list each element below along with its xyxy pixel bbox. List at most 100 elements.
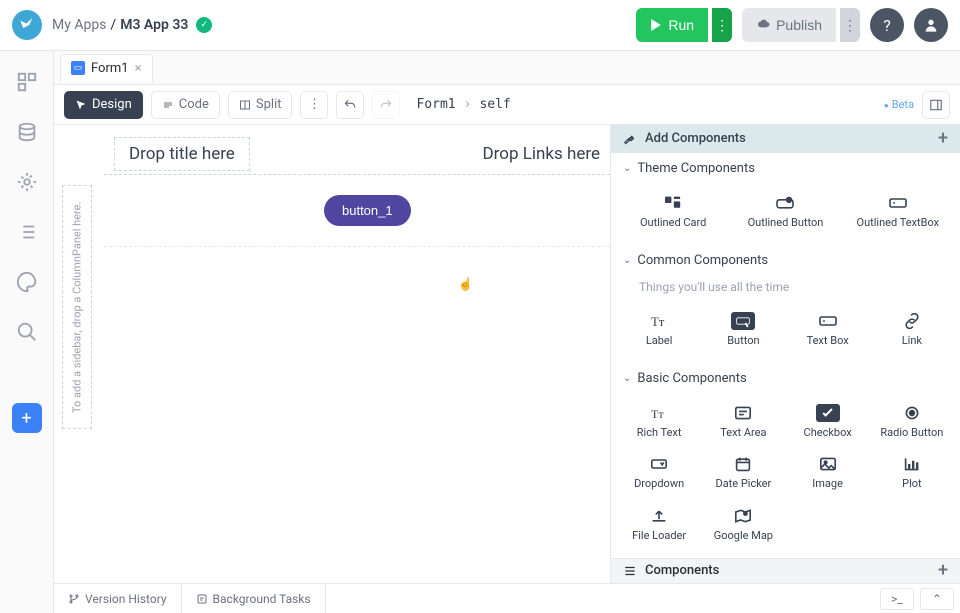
comp-label[interactable]: Tт Label (619, 306, 699, 353)
upload-icon (648, 507, 670, 525)
comp-dropdown[interactable]: Dropdown (619, 449, 699, 496)
links-dropzone[interactable]: Drop Links here (483, 144, 601, 164)
split-label: Split (256, 97, 282, 112)
comp-datepicker[interactable]: Date Picker (703, 449, 783, 496)
comp-fileloader[interactable]: File Loader (619, 501, 699, 548)
textbox-outline-icon (887, 194, 909, 212)
map-icon (732, 507, 754, 525)
comp-label-text: Button (727, 334, 759, 347)
panel-icon (929, 98, 943, 112)
sidebar-dropzone[interactable]: To add a sidebar, drop a ColumnPanel her… (62, 185, 92, 429)
account-button[interactable] (914, 8, 948, 42)
toggle-panel-button[interactable] (922, 91, 950, 119)
path-self[interactable]: self (479, 97, 510, 112)
breadcrumb-root[interactable]: My Apps (52, 17, 106, 33)
tab-label: Form1 (91, 61, 129, 76)
title-dropzone[interactable]: Drop title here (114, 137, 250, 171)
console-button[interactable]: >_ (880, 588, 914, 610)
header-bar: My Apps / M3 App 33 ✓ Run ⋮ Publish ⋮ ? (0, 0, 960, 51)
wrench-icon (623, 132, 637, 146)
rail-settings-icon[interactable] (16, 171, 38, 193)
tab-close-button[interactable]: × (135, 61, 142, 76)
svg-text:Tᴛ: Tᴛ (651, 407, 664, 421)
components-footer-plus-button[interactable]: + (938, 560, 948, 581)
cloud-icon (756, 18, 770, 32)
split-icon (239, 99, 251, 111)
app-name[interactable]: M3 App 33 (120, 17, 188, 33)
button-1[interactable]: button_1 (324, 195, 411, 226)
version-history-label: Version History (85, 592, 167, 606)
comp-outlined-button[interactable]: Outlined Button (731, 188, 839, 235)
rail-data-icon[interactable] (16, 121, 38, 143)
textbox-icon (817, 312, 839, 330)
comp-textarea[interactable]: Text Area (703, 398, 783, 445)
chevron-down-icon: ⌄ (623, 255, 631, 266)
add-components-label: Add Components (645, 131, 746, 146)
comp-radio[interactable]: Radio Button (872, 398, 952, 445)
image-icon (817, 455, 839, 473)
comp-richtext[interactable]: Tᴛ Rich Text (619, 398, 699, 445)
background-tasks-label: Background Tasks (213, 592, 311, 606)
publish-label: Publish (776, 17, 822, 33)
chevron-down-icon: ⌄ (623, 163, 631, 174)
rail-app-icon[interactable] (16, 71, 38, 93)
breadcrumb: My Apps / M3 App 33 ✓ (52, 17, 626, 33)
comp-label-text: Date Picker (715, 477, 771, 490)
list-icon (623, 564, 637, 578)
rail-theme-icon[interactable] (16, 271, 38, 293)
undo-icon (343, 98, 357, 112)
split-mode-button[interactable]: Split (228, 91, 293, 119)
rail-search-icon[interactable] (16, 321, 38, 343)
radio-icon (901, 404, 923, 422)
design-mode-button[interactable]: Design (64, 91, 143, 119)
collapse-button[interactable]: ⌃ (920, 588, 954, 610)
button-icon (731, 312, 755, 330)
comp-label-text: Link (902, 334, 922, 347)
help-button[interactable]: ? (870, 8, 904, 42)
redo-icon (379, 98, 393, 112)
run-menu-button[interactable]: ⋮ (712, 8, 732, 42)
checkbox-icon (816, 404, 840, 422)
publish-menu-button[interactable]: ⋮ (840, 8, 860, 42)
editor-toolbar: Design Code Split ⋮ Form1 (54, 85, 960, 125)
comp-label: Outlined Button (748, 216, 824, 229)
common-section-hint: Things you'll use all the time (611, 276, 960, 302)
more-button[interactable]: ⋮ (300, 91, 328, 119)
content-dropzone[interactable]: button_1 (104, 175, 610, 247)
add-components-header: Add Components + (611, 125, 960, 153)
comp-outlined-textbox[interactable]: Outlined TextBox (844, 188, 952, 235)
anvil-logo[interactable] (12, 10, 42, 40)
comp-outlined-card[interactable]: Outlined Card (619, 188, 727, 235)
rail-add-button[interactable]: + (12, 403, 42, 433)
background-tasks-tab[interactable]: Background Tasks (182, 584, 326, 613)
comp-label-text: Label (646, 334, 673, 347)
tab-form1[interactable]: ▭ Form1 × (60, 54, 153, 82)
textarea-icon (732, 404, 754, 422)
rail-list-icon[interactable] (16, 221, 38, 243)
theme-section-header[interactable]: ⌄ Theme Components (611, 153, 960, 184)
comp-googlemap[interactable]: Google Map (703, 501, 783, 548)
pointer-icon: ☝ (458, 277, 473, 291)
comp-label-text: Image (812, 477, 843, 490)
comp-button[interactable]: Button (703, 306, 783, 353)
comp-label-text: File Loader (632, 529, 686, 542)
run-button[interactable]: Run (636, 8, 708, 42)
path-form[interactable]: Form1 (416, 97, 455, 112)
comp-link[interactable]: Link (872, 306, 952, 353)
redo-button[interactable] (372, 91, 400, 119)
publish-button[interactable]: Publish (742, 8, 836, 42)
svg-text:Tт: Tт (651, 315, 665, 329)
undo-button[interactable] (336, 91, 364, 119)
components-panel: Add Components + ⌄ Theme Components Outl… (610, 125, 960, 583)
comp-textbox[interactable]: Text Box (788, 306, 868, 353)
richtext-icon: Tᴛ (648, 404, 670, 422)
version-history-tab[interactable]: Version History (54, 584, 182, 613)
code-mode-button[interactable]: Code (151, 91, 220, 119)
comp-checkbox[interactable]: Checkbox (788, 398, 868, 445)
basic-section-header[interactable]: ⌄ Basic Components (611, 363, 960, 394)
design-canvas[interactable]: To add a sidebar, drop a ColumnPanel her… (54, 125, 610, 583)
common-section-header[interactable]: ⌄ Common Components (611, 245, 960, 276)
comp-image[interactable]: Image (788, 449, 868, 496)
comp-plot[interactable]: Plot (872, 449, 952, 496)
add-components-plus-button[interactable]: + (938, 128, 948, 149)
